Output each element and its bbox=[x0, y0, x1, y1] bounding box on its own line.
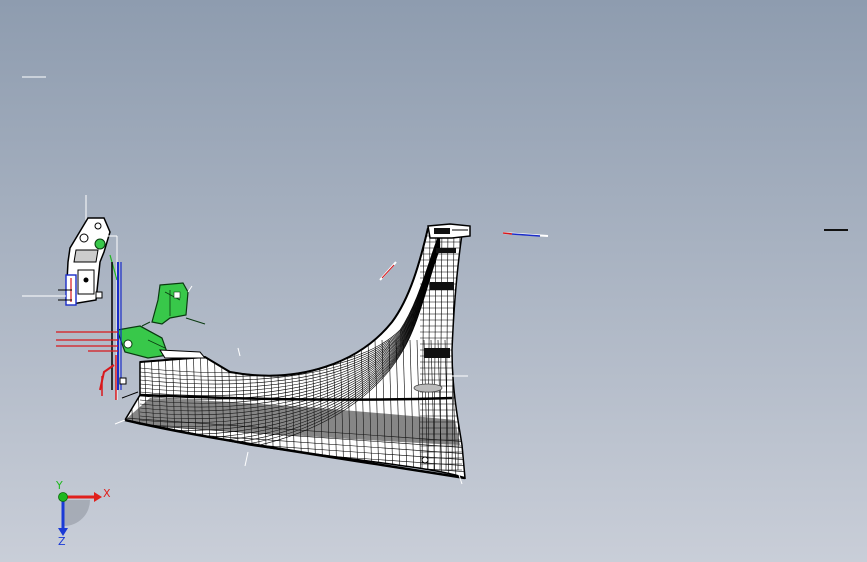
triad-z-label: Z bbox=[58, 535, 66, 548]
fender-dark-block-1 bbox=[424, 348, 450, 358]
fender-top-bracket bbox=[427, 223, 471, 239]
viewport-canvas[interactable]: X Y Z bbox=[0, 0, 867, 562]
fender-badge bbox=[413, 383, 443, 393]
cad-viewport[interactable]: X Y Z bbox=[0, 0, 867, 562]
fender-dark-block-2 bbox=[430, 282, 454, 290]
fender-bolt bbox=[421, 456, 429, 464]
triad-y-label: Y bbox=[55, 479, 63, 492]
fender-dark-block-3 bbox=[436, 248, 456, 253]
triad-x-label: X bbox=[103, 487, 111, 500]
